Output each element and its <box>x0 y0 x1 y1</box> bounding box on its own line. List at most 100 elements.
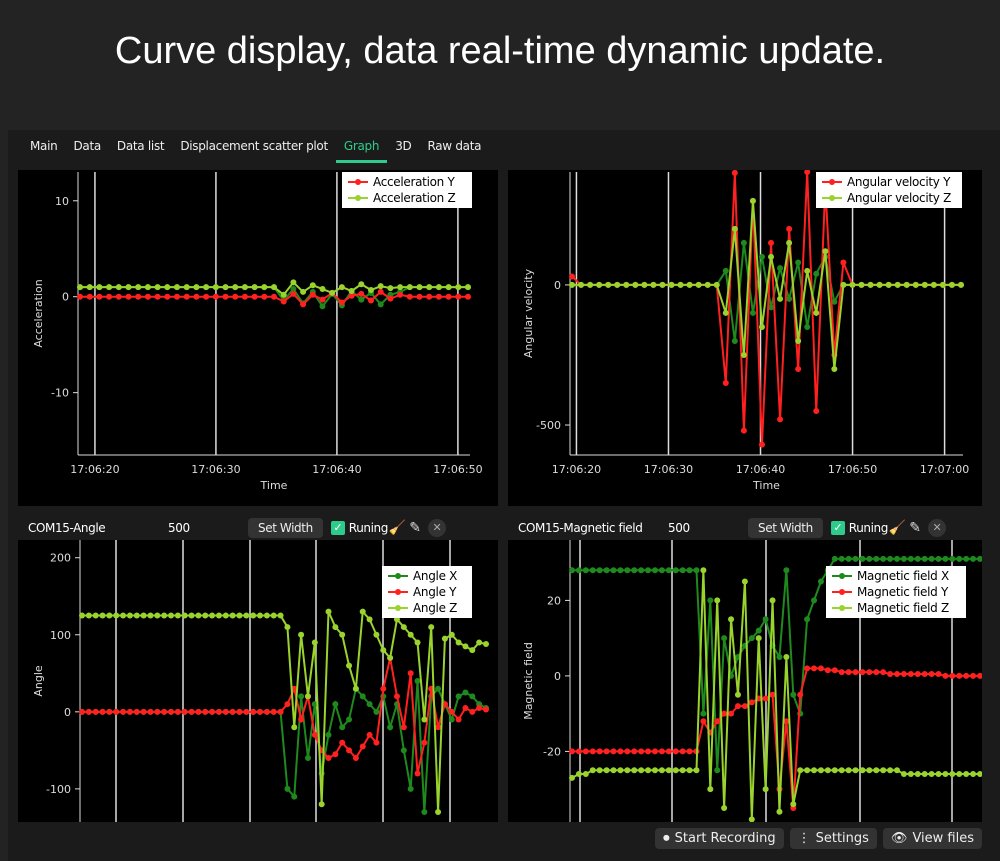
data-point <box>203 293 210 300</box>
data-point <box>339 724 346 731</box>
legend-swatch <box>832 589 852 595</box>
data-point <box>928 771 935 778</box>
data-point <box>903 281 910 288</box>
data-point <box>887 671 894 678</box>
data-point <box>714 597 721 604</box>
data-point <box>977 555 982 562</box>
broom-clear-icon[interactable]: 🧹 <box>888 519 906 537</box>
data-point <box>232 293 239 300</box>
data-point <box>407 785 414 792</box>
data-point <box>397 291 404 298</box>
legend-label: Angular velocity Z <box>847 191 952 205</box>
close-icon[interactable]: ✕ <box>927 519 946 537</box>
data-point <box>722 379 729 386</box>
tab-graph[interactable]: Graph <box>335 138 388 163</box>
data-point <box>270 708 277 715</box>
data-point <box>377 283 384 290</box>
data-point <box>921 555 928 562</box>
data-point <box>366 731 373 738</box>
data-point <box>713 281 720 288</box>
x-tick-label: 17:06:30 <box>191 463 240 476</box>
data-point <box>880 767 887 774</box>
set-width-button[interactable]: Set Width <box>748 518 823 538</box>
data-point <box>859 555 866 562</box>
legend-label: Angle Z <box>413 601 458 615</box>
tab-data-list[interactable]: Data list <box>109 138 172 160</box>
data-point <box>722 309 729 316</box>
legend-swatch <box>822 179 842 185</box>
data-point <box>582 567 589 574</box>
edit-icon[interactable]: ✎ <box>906 519 924 537</box>
data-point <box>416 284 423 291</box>
data-point <box>638 567 645 574</box>
data-point <box>977 672 982 679</box>
data-point <box>587 281 594 288</box>
data-point <box>448 631 455 638</box>
settings-button[interactable]: ⋮ Settings <box>789 828 877 849</box>
data-point <box>740 351 747 358</box>
data-point <box>668 281 675 288</box>
data-point <box>469 693 476 700</box>
data-point <box>455 293 462 300</box>
data-point <box>387 724 394 731</box>
tab-data[interactable]: Data <box>65 138 108 160</box>
data-point <box>133 708 140 715</box>
data-point <box>373 631 380 638</box>
tab-raw-data[interactable]: Raw data <box>419 138 489 160</box>
data-point <box>623 281 630 288</box>
data-point <box>222 612 229 619</box>
view-files-button[interactable]: 👁 View files <box>882 828 982 849</box>
data-point <box>935 555 942 562</box>
data-point <box>193 284 200 291</box>
data-point <box>693 767 700 774</box>
data-point <box>700 567 707 574</box>
running-checkbox[interactable]: ✓ <box>330 521 345 535</box>
y-tick-label: 0 <box>62 291 69 304</box>
data-point <box>154 293 161 300</box>
data-point <box>243 612 250 619</box>
data-point <box>435 808 442 815</box>
data-point <box>271 284 277 291</box>
data-point <box>665 767 672 774</box>
edit-icon[interactable]: ✎ <box>406 519 424 537</box>
set-width-button[interactable]: Set Width <box>248 518 323 538</box>
data-point <box>617 748 624 755</box>
broom-clear-icon[interactable]: 🧹 <box>388 519 406 537</box>
tab-3d[interactable]: 3D <box>387 138 419 160</box>
data-point <box>277 612 284 619</box>
data-point <box>241 293 248 300</box>
close-icon[interactable]: ✕ <box>427 519 446 537</box>
data-point <box>714 767 721 774</box>
legend-swatch <box>348 195 368 201</box>
legend-entry: Magnetic field X <box>832 568 960 584</box>
tab-main[interactable]: Main <box>22 138 65 160</box>
data-point <box>777 295 784 302</box>
data-point <box>154 708 161 715</box>
data-point <box>251 284 258 291</box>
data-point <box>140 708 147 715</box>
data-point <box>631 567 638 574</box>
data-point <box>638 767 645 774</box>
data-point <box>125 284 132 291</box>
data-point <box>193 293 200 300</box>
data-point <box>813 309 820 316</box>
data-point <box>786 225 793 232</box>
data-point <box>188 708 195 715</box>
data-point <box>329 289 336 296</box>
data-point <box>435 293 442 300</box>
data-point <box>876 281 883 288</box>
data-point <box>790 691 797 698</box>
running-checkbox[interactable]: ✓ <box>830 521 845 535</box>
tab-displacement-scatter-plot[interactable]: Displacement scatter plot <box>172 138 336 160</box>
data-point <box>907 671 914 678</box>
data-point <box>700 710 707 717</box>
data-point <box>257 708 264 715</box>
data-point <box>651 748 658 755</box>
legend: Acceleration Y Acceleration Z <box>342 172 472 208</box>
data-point <box>358 281 365 288</box>
data-point <box>731 337 738 344</box>
start-recording-button[interactable]: ⏺ Start Recording <box>655 828 784 849</box>
data-point <box>650 281 657 288</box>
data-point <box>873 555 880 562</box>
data-point <box>106 612 113 619</box>
